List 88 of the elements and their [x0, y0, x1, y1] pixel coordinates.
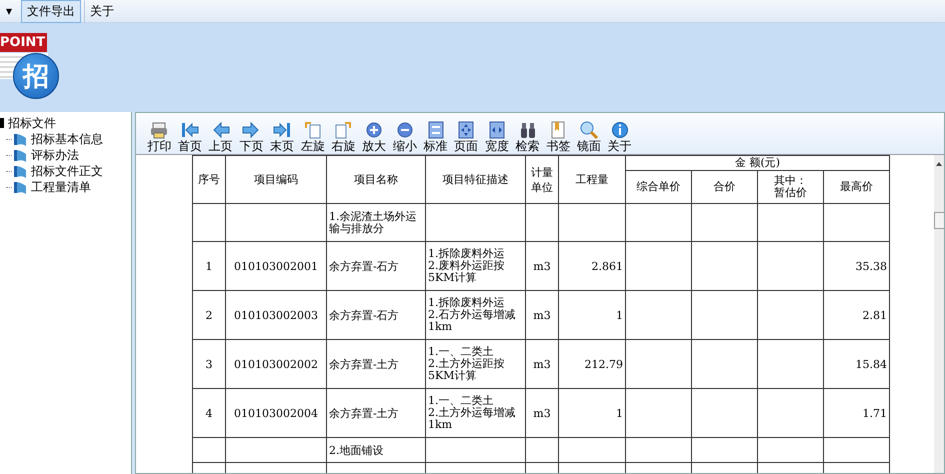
table-cell: 1.71 — [862, 408, 887, 420]
table-cell: 3 — [206, 358, 212, 370]
column-header: 最高价 — [824, 170, 890, 204]
toolbar-button[interactable]: 页面 — [452, 121, 480, 154]
toolbar-icon — [212, 121, 230, 139]
toolbar-button[interactable]: 打印 — [146, 121, 173, 154]
menu-item[interactable]: ▾ — [0, 1, 18, 21]
table-cell-text: 1.拆除废料外运 2.废料外运距按5KM计算 — [428, 248, 506, 284]
toolbar-icon — [518, 121, 537, 139]
toolbar-icon — [457, 121, 476, 139]
toolbar-button[interactable]: 末页 — [268, 121, 296, 154]
table-cell: 1 — [206, 260, 212, 272]
column-header: 项目编码 — [226, 156, 326, 204]
table-cell: 35.38 — [856, 260, 887, 272]
table-cell: 15.84 — [856, 358, 887, 370]
tree-item[interactable]: 工程量清单 — [31, 178, 91, 196]
column-header: 合价 — [692, 170, 758, 204]
toolbar-button[interactable]: 检索 — [514, 121, 541, 154]
table-cell: 010103002002 — [234, 358, 318, 370]
table-cell: 010103002003 — [234, 310, 318, 322]
logo-badge: 招 — [13, 53, 59, 99]
toolbar-icon — [580, 121, 598, 139]
table-cell: 010103002001 — [234, 260, 318, 272]
column-header: 项目特征描述 — [426, 156, 526, 204]
toolbar-icon — [549, 121, 568, 139]
table-cell: 2.地面铺设 — [329, 444, 384, 456]
book-icon — [13, 180, 27, 194]
toolbar-icon — [488, 121, 506, 139]
table-cell-text: 1.余泥渣土场外运输与排放分 — [329, 210, 418, 234]
column-header: 工程量 — [558, 156, 626, 204]
toolbar-icon — [334, 121, 352, 139]
menu-item[interactable]: 文件导出 — [21, 0, 82, 22]
tree-item[interactable]: 招标文件 — [8, 114, 56, 132]
table-cell: 212.79 — [584, 358, 623, 370]
column-header: 金 额(元) — [626, 156, 890, 170]
table-cell: m3 — [533, 408, 551, 420]
toolbar-icon — [396, 121, 414, 139]
toolbar-icon — [426, 121, 445, 139]
toolbar-button[interactable]: 首页 — [176, 121, 204, 154]
toolbar-button[interactable]: 镜面 — [576, 121, 602, 154]
toolbar-button[interactable]: 右旋 — [330, 121, 357, 154]
table-cell: 余方弃置-土方 — [329, 408, 399, 420]
logo-banner: POINT — [0, 33, 48, 52]
toolbar-icon — [150, 121, 168, 139]
table-cell: 2.861 — [592, 260, 623, 272]
column-header: 项目名称 — [326, 156, 426, 204]
book-icon — [13, 132, 27, 146]
table-cell: m3 — [533, 310, 551, 322]
toolbar-button[interactable]: 上页 — [207, 121, 234, 154]
toolbar-icon — [304, 121, 322, 139]
tree-item[interactable]: 评标办法 — [31, 146, 79, 164]
toolbar-button[interactable]: 缩小 — [392, 121, 418, 154]
table-cell: 2.81 — [862, 310, 887, 322]
book-icon — [13, 148, 27, 162]
table-cell: 010103002004 — [234, 408, 318, 420]
table-cell: 余方弃置-石方 — [329, 310, 399, 322]
scroll-thumb[interactable] — [934, 212, 944, 229]
table-cell: 4 — [206, 408, 212, 420]
table-cell: 1 — [616, 310, 623, 322]
toolbar-button[interactable]: 左旋 — [299, 121, 326, 154]
tree-item[interactable]: 招标文件正文 — [31, 162, 103, 180]
toolbar-button[interactable]: 关于 — [606, 121, 633, 154]
tree-item[interactable]: 招标基本信息 — [31, 130, 103, 148]
toolbar-icon — [365, 121, 384, 139]
table-cell: 余方弃置-土方 — [329, 358, 399, 370]
column-header: 其中：暂估价 — [758, 170, 824, 204]
column-header: 序号 — [192, 156, 226, 204]
toolbar-icon — [273, 121, 292, 139]
toolbar-icon — [242, 121, 260, 139]
toolbar-button[interactable]: 标准 — [422, 121, 449, 154]
table-cell-text: 1.拆除废料外运 2.石方外运每增减1km — [428, 297, 516, 333]
column-header: 综合单价 — [626, 170, 692, 204]
toolbar-button[interactable]: 放大 — [360, 121, 388, 154]
book-icon — [13, 164, 27, 178]
toolbar-button[interactable]: 下页 — [238, 121, 265, 154]
table-cell: 余方弃置-石方 — [329, 260, 399, 272]
table-cell-text: 1.一、二类土 2.土方外运每增减1km — [428, 395, 516, 431]
table-cell: m3 — [533, 260, 551, 272]
toolbar-button[interactable]: 宽度 — [484, 121, 510, 154]
toolbar-button[interactable]: 书签 — [544, 121, 572, 154]
toolbar-icon — [610, 121, 629, 139]
scrollbar[interactable] — [934, 155, 944, 473]
table-cell: m3 — [533, 358, 551, 370]
table-cell-text: 1.一、二类土 2.土方外运距按5KM计算 — [428, 346, 506, 382]
toolbar-icon — [181, 121, 200, 139]
table-cell: 2 — [206, 310, 212, 322]
table-cell: 1 — [616, 408, 623, 420]
column-header: 计量单位 — [526, 156, 558, 204]
